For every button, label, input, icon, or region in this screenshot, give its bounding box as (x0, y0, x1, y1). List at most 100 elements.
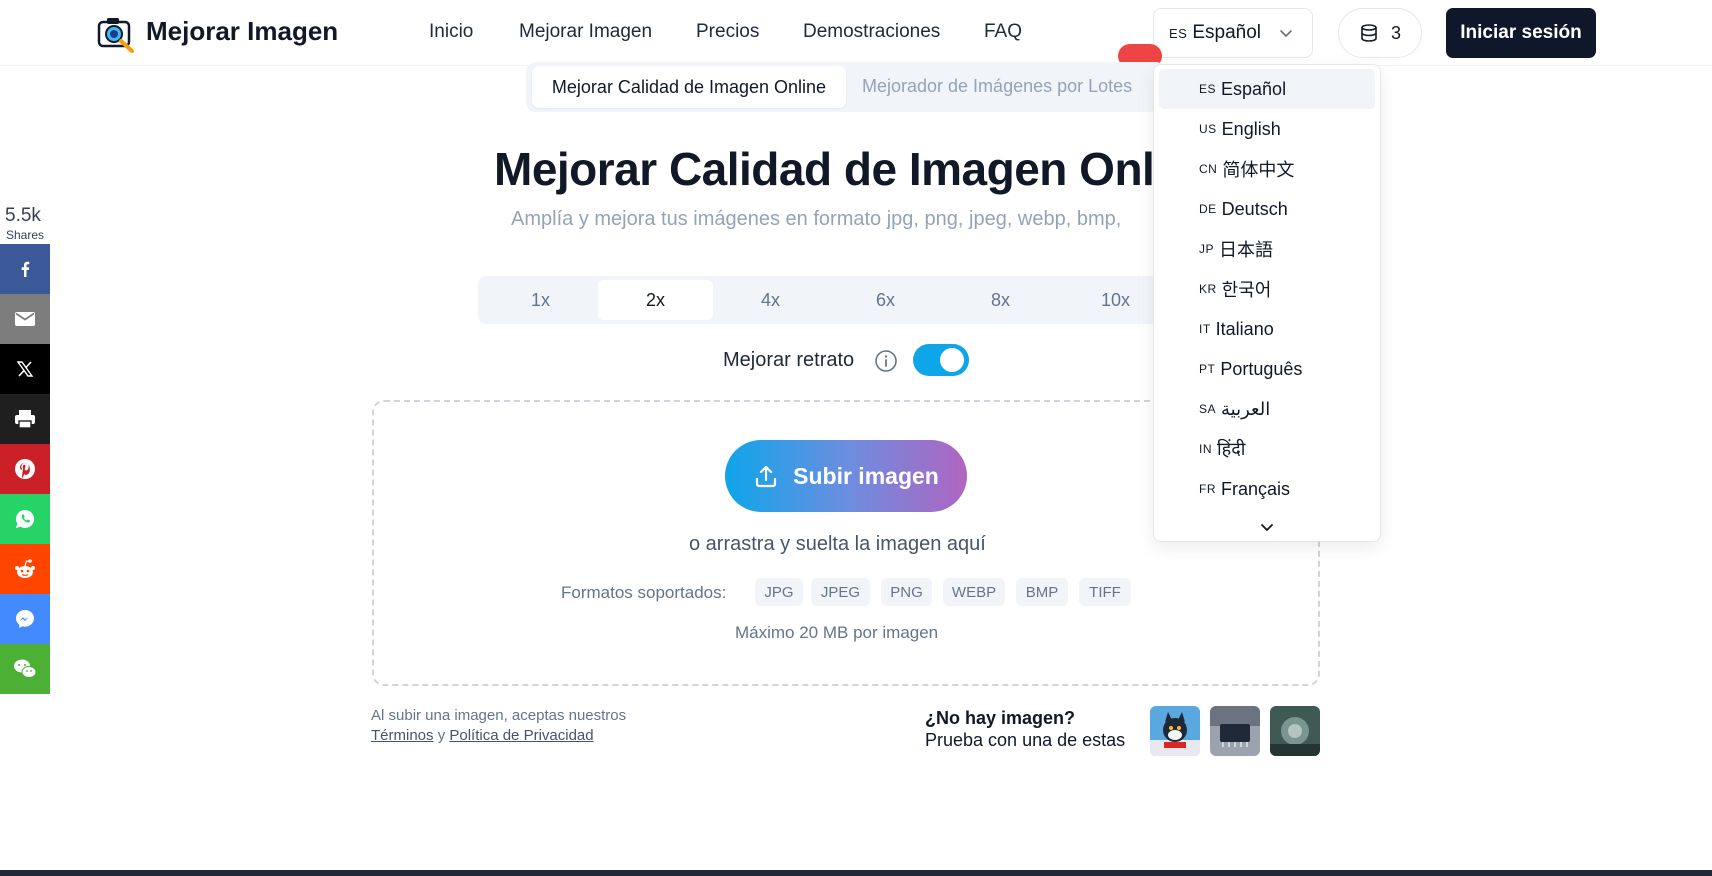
language-option-jp[interactable]: JP 日本語 (1159, 229, 1375, 269)
login-button[interactable]: Iniciar sesión (1446, 8, 1596, 58)
pinterest-share-button[interactable] (0, 444, 50, 494)
language-label: Español (1192, 22, 1262, 43)
scale-option-2x[interactable]: 2x (598, 280, 713, 320)
language-code: IT (1199, 322, 1211, 336)
logo-icon[interactable] (96, 13, 136, 53)
no-image-title: ¿No hay imagen? (925, 708, 1076, 728)
terms-links: Términos y Política de Privacidad (371, 727, 594, 744)
facebook-share-button[interactable] (0, 244, 50, 294)
language-code: PT (1199, 362, 1216, 376)
language-code: FR (1199, 482, 1216, 496)
nav-item-faq[interactable]: FAQ (984, 21, 1022, 43)
scale-option-1x[interactable]: 1x (483, 276, 598, 324)
format-badge: WEBP (943, 578, 1005, 606)
credits-button[interactable]: 3 (1338, 8, 1422, 58)
print-share-button[interactable] (0, 394, 50, 444)
language-label: 日本語 (1219, 240, 1274, 260)
scale-option-4x[interactable]: 4x (713, 276, 828, 324)
messenger-share-button[interactable] (0, 594, 50, 644)
share-count: 5.5k (5, 205, 41, 226)
nav-item-mejorar-imagen[interactable]: Mejorar Imagen (519, 21, 652, 43)
language-label: 简体中文 (1222, 160, 1295, 180)
wechat-share-button[interactable] (0, 644, 50, 694)
email-share-button[interactable] (0, 294, 50, 344)
brand-name[interactable]: Mejorar Imagen (146, 16, 338, 47)
tab-single-enhance[interactable]: Mejorar Calidad de Imagen Online (532, 66, 846, 108)
language-code: CN (1199, 162, 1218, 176)
info-icon[interactable] (874, 349, 898, 373)
nav-item-precios[interactable]: Precios (696, 21, 759, 43)
language-code: US (1199, 122, 1217, 136)
language-code: IN (1199, 442, 1212, 456)
language-code: DE (1199, 202, 1217, 216)
language-option-sa[interactable]: SA العربية (1159, 389, 1375, 429)
language-option-kr[interactable]: KR 한국어 (1159, 269, 1375, 309)
language-label: English (1221, 118, 1281, 139)
language-label: 한국어 (1221, 280, 1272, 300)
language-code: JP (1199, 242, 1215, 256)
terms-and: y (437, 727, 446, 744)
language-label: Français (1221, 478, 1291, 499)
print-icon (15, 410, 35, 429)
no-image-subtitle: Prueba con una de estas (925, 730, 1126, 750)
chevron-down-icon[interactable] (1257, 517, 1277, 537)
format-badge: JPEG (811, 578, 870, 606)
toggle-knob (940, 348, 964, 372)
language-label: Deutsch (1221, 198, 1288, 219)
language-code: ES (1199, 82, 1217, 96)
nav-item-inicio[interactable]: Inicio (429, 21, 473, 43)
max-size-note: Máximo 20 MB por imagen (735, 623, 939, 642)
email-icon (15, 312, 35, 326)
nav-item-demostraciones[interactable]: Demostraciones (803, 21, 940, 43)
reddit-share-button[interactable] (0, 544, 50, 594)
language-option-us[interactable]: US English (1159, 109, 1375, 149)
language-label: العربية (1221, 398, 1271, 419)
upload-icon (756, 465, 777, 488)
scale-option-8x[interactable]: 8x (943, 276, 1058, 324)
language-label: Português (1220, 358, 1303, 379)
upload-button[interactable]: Subir imagen (725, 440, 967, 512)
reddit-icon (15, 559, 35, 578)
credits-count: 3 (1390, 22, 1401, 43)
language-option-fr[interactable]: FR Français (1159, 469, 1375, 509)
privacy-link[interactable]: Política de Privacidad (449, 727, 593, 744)
wechat-icon (14, 659, 37, 678)
language-label: Italiano (1215, 318, 1274, 339)
terms-link[interactable]: Términos (371, 727, 434, 744)
bottom-edge (0, 870, 1712, 876)
upload-button-label: Subir imagen (793, 462, 939, 489)
language-code: ES (1169, 25, 1188, 41)
messenger-icon (16, 610, 34, 628)
x-share-button[interactable] (0, 344, 50, 394)
language-option-it[interactable]: IT Italiano (1159, 309, 1375, 349)
share-label: Shares (6, 228, 45, 242)
language-code: KR (1199, 282, 1217, 296)
whatsapp-share-button[interactable] (0, 494, 50, 544)
language-option-de[interactable]: DE Deutsch (1159, 189, 1375, 229)
facebook-icon (21, 261, 30, 277)
format-badge: BMP (1016, 578, 1068, 606)
page-title: Mejorar Calidad de Imagen Onli (494, 143, 1167, 195)
language-select[interactable]: ES Español (1153, 8, 1313, 58)
tab-batch-enhance[interactable]: Mejorador de Imágenes por Lotes (862, 76, 1132, 97)
database-icon (1361, 24, 1377, 42)
chevron-down-icon (1280, 30, 1292, 37)
language-label: हिंदी (1217, 439, 1246, 459)
language-option-pt[interactable]: PT Português (1159, 349, 1375, 389)
language-label: Español (1221, 78, 1287, 99)
language-option-in[interactable]: IN हिंदी (1159, 429, 1375, 469)
format-badge: PNG (881, 578, 932, 606)
language-option-cn[interactable]: CN 简体中文 (1159, 149, 1375, 189)
language-option-es[interactable]: ES Español (1159, 69, 1375, 109)
sample-image-chip[interactable] (1210, 706, 1260, 756)
portrait-label: Mejorar retrato (723, 349, 855, 371)
page-subtitle: Amplía y mejora tus imágenes en formato … (511, 208, 1122, 230)
x-icon (16, 361, 34, 377)
format-badge: TIFF (1079, 578, 1131, 606)
language-code: SA (1199, 402, 1217, 416)
pinterest-icon (15, 459, 35, 479)
sample-image-landscape[interactable] (1270, 706, 1320, 756)
format-badge: JPG (755, 578, 803, 606)
scale-option-6x[interactable]: 6x (828, 276, 943, 324)
sample-image-cat[interactable] (1150, 706, 1200, 756)
